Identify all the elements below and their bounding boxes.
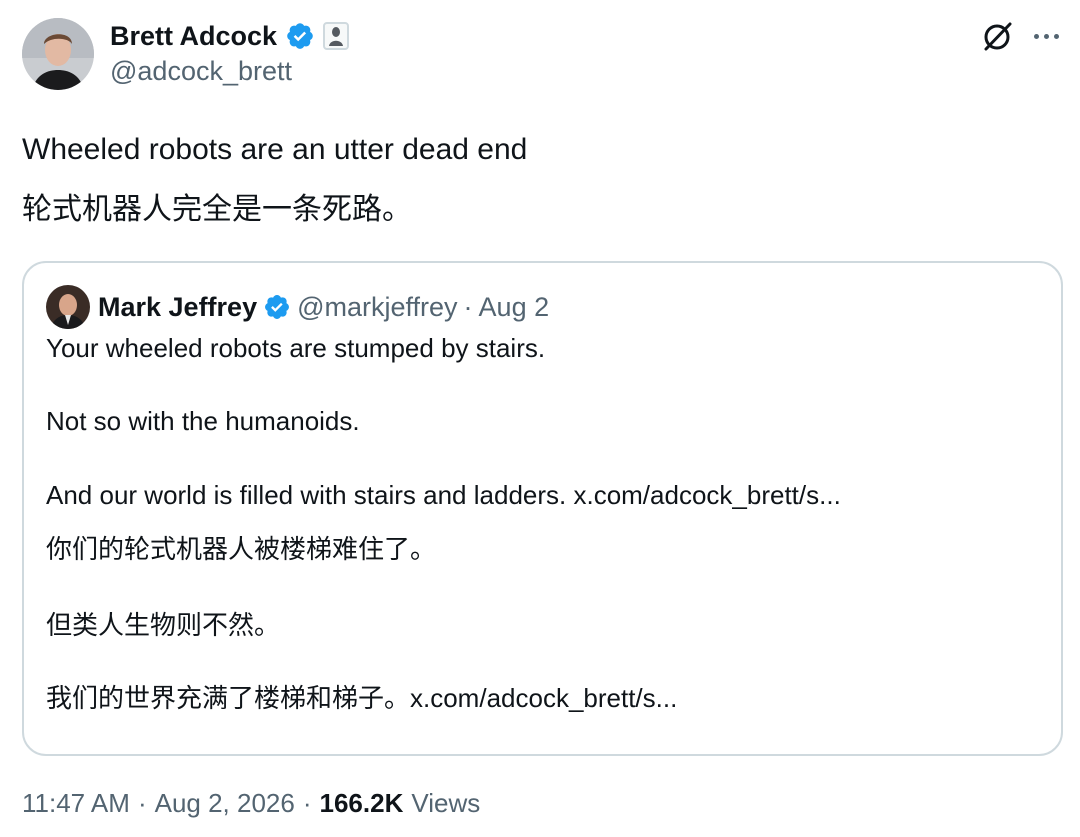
quoted-date: Aug 2 [478, 291, 550, 322]
author-name[interactable]: Brett Adcock [110, 21, 277, 52]
more-dot [1053, 33, 1059, 39]
tweet-date[interactable]: Aug 2, 2026 [155, 788, 295, 819]
more-dot [1033, 33, 1039, 39]
quoted-author-handle: @markjeffrey [297, 291, 458, 322]
more-dot [1043, 33, 1049, 39]
views-count[interactable]: 166.2K [320, 788, 404, 819]
quoted-header: Mark Jeffrey @markjeffrey · Aug 2 [98, 287, 549, 327]
tweet-line: 轮式机器人完全是一条死路。 [22, 193, 412, 226]
tweet-line: Wheeled robots are an utter dead end [22, 133, 528, 166]
quoted-tweet-card[interactable]: Mark Jeffrey @markjeffrey · Aug 2 Your w… [22, 261, 1063, 756]
affiliation-badge-icon[interactable] [323, 22, 350, 50]
meta-separator: · [137, 788, 147, 818]
tweet-time[interactable]: 11:47 AM [22, 788, 130, 819]
more-icon[interactable] [1028, 22, 1064, 50]
author-handle[interactable]: @adcock_brett [110, 56, 292, 87]
quoted-line: Your wheeled robots are stumped by stair… [46, 333, 546, 363]
quoted-line: Not so with the humanoids. [46, 406, 360, 436]
tweet-text: Wheeled robots are an utter dead end 轮式机… [22, 120, 1052, 240]
tweet-meta: 11:47 AM · Aug 2, 2026 · 166.2K Views [22, 788, 480, 819]
quoted-line: And our world is filled with stairs and … [46, 480, 841, 510]
meta-separator: · [302, 788, 312, 818]
quoted-line: 你们的轮式机器人被楼梯难住了。 [46, 534, 437, 564]
grok-icon[interactable] [980, 18, 1016, 54]
verified-badge-icon [263, 293, 291, 321]
quoted-line: 我们的世界充满了楼梯和梯子。x.com/adcock_brett/s... [46, 683, 678, 713]
author-name-row: Brett Adcock [110, 16, 350, 56]
quoted-author-avatar [46, 285, 90, 329]
verified-badge-icon[interactable] [285, 21, 315, 51]
quoted-line: 但类人生物则不然。 [46, 610, 281, 640]
quoted-separator: · [463, 291, 473, 322]
quoted-author-name: Mark Jeffrey [98, 291, 258, 322]
views-label: Views [411, 788, 481, 818]
author-avatar[interactable] [22, 18, 94, 90]
